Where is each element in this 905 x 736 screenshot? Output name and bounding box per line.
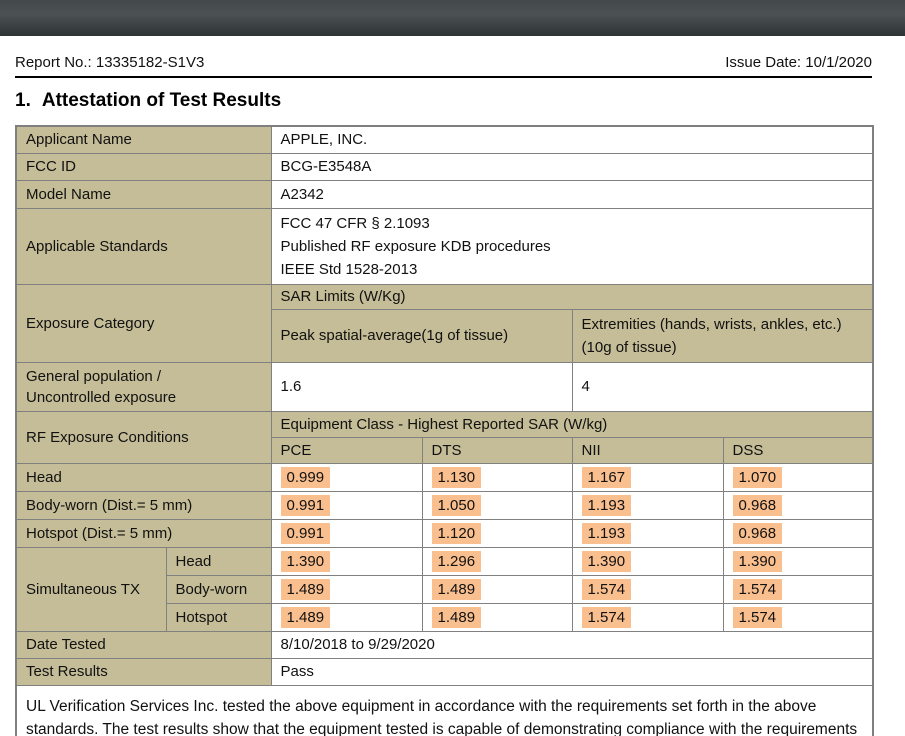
sar-value: 1.167 (582, 467, 632, 488)
table-row: RF Exposure Conditions Equipment Class -… (16, 411, 873, 437)
sar-value: 1.050 (432, 495, 482, 516)
column-header-dss: DSS (723, 437, 873, 463)
issue-date: Issue Date: 10/1/2020 (725, 54, 872, 71)
table-row: Hotspot (Dist.= 5 mm) 0.991 1.120 1.193 … (16, 519, 873, 547)
standard-line-3: IEEE Std 1528-2013 (281, 258, 864, 281)
sar-value: 1.193 (582, 495, 632, 516)
body-worn-row-label: Body-worn (Dist.= 5 mm) (16, 491, 271, 519)
exposure-category-label: Exposure Category (16, 284, 271, 362)
extremities-line-2: (10g of tissue) (582, 336, 864, 359)
column-header-pce: PCE (271, 437, 422, 463)
sar-value: 0.991 (281, 523, 331, 544)
extremities-line-1: Extremities (hands, wrists, ankles, etc.… (582, 313, 864, 336)
table-row: Date Tested 8/10/2018 to 9/29/2020 (16, 631, 873, 658)
sar-value: 0.968 (733, 495, 783, 516)
standard-line-2: Published RF exposure KDB procedures (281, 235, 864, 258)
sar-limit-col-10g: Extremities (hands, wrists, ankles, etc.… (572, 309, 873, 362)
table-row: UL Verification Services Inc. tested the… (16, 685, 873, 736)
applicable-standards-value: FCC 47 CFR § 2.1093 Published RF exposur… (271, 208, 873, 284)
attestation-table: Applicant Name APPLE, INC. FCC ID BCG-E3… (15, 125, 874, 736)
date-tested-label: Date Tested (16, 631, 271, 658)
sar-value: 0.968 (733, 523, 783, 544)
sar-value: 1.574 (733, 607, 783, 628)
attestation-statement: UL Verification Services Inc. tested the… (16, 685, 873, 736)
column-header-dts: DTS (422, 437, 572, 463)
column-header-nii: NII (572, 437, 723, 463)
sar-value: 1.193 (582, 523, 632, 544)
rf-exposure-conditions-label: RF Exposure Conditions (16, 411, 271, 463)
sar-value: 1.489 (432, 607, 482, 628)
fcc-id-value: BCG-E3548A (271, 153, 873, 180)
sar-value: 0.999 (281, 467, 331, 488)
test-results-value: Pass (271, 658, 873, 685)
table-row: Head 0.999 1.130 1.167 1.070 (16, 463, 873, 491)
sar-value: 1.130 (432, 467, 482, 488)
sar-limit-col-1g: Peak spatial-average(1g of tissue) (271, 309, 572, 362)
model-name-value: A2342 (271, 180, 873, 208)
sar-value: 0.991 (281, 495, 331, 516)
head-row-label: Head (16, 463, 271, 491)
table-row: Applicant Name APPLE, INC. (16, 126, 873, 153)
applicant-name-value: APPLE, INC. (271, 126, 873, 153)
sar-value: 1.296 (432, 551, 482, 572)
sar-value: 1.070 (733, 467, 783, 488)
table-row: Exposure Category SAR Limits (W/Kg) (16, 284, 873, 309)
applicant-name-label: Applicant Name (16, 126, 271, 153)
document-page: Report No.: 13335182-S1V3 Issue Date: 10… (15, 54, 872, 736)
sar-value: 1.489 (432, 579, 482, 600)
model-name-label: Model Name (16, 180, 271, 208)
sar-value: 1.489 (281, 607, 331, 628)
general-population-line-2: Uncontrolled exposure (26, 387, 262, 408)
report-header-line: Report No.: 13335182-S1V3 Issue Date: 10… (15, 54, 872, 78)
page-title: 1. Attestation of Test Results (15, 90, 872, 112)
limit-1g-value: 1.6 (271, 362, 572, 411)
viewer-chrome-bar (0, 0, 905, 36)
sar-value: 1.574 (582, 607, 632, 628)
equipment-class-header: Equipment Class - Highest Reported SAR (… (271, 411, 873, 437)
sar-limits-header: SAR Limits (W/Kg) (271, 284, 873, 309)
table-row: Applicable Standards FCC 47 CFR § 2.1093… (16, 208, 873, 284)
limit-10g-value: 4 (572, 362, 873, 411)
sim-body-worn-label: Body-worn (166, 575, 271, 603)
simultaneous-tx-label: Simultaneous TX (16, 547, 166, 631)
sar-value: 1.120 (432, 523, 482, 544)
table-row: FCC ID BCG-E3548A (16, 153, 873, 180)
table-row: General population / Uncontrolled exposu… (16, 362, 873, 411)
table-row: Simultaneous TX Head 1.390 1.296 1.390 1… (16, 547, 873, 575)
applicable-standards-label: Applicable Standards (16, 208, 271, 284)
general-population-label: General population / Uncontrolled exposu… (16, 362, 271, 411)
sar-value: 1.574 (582, 579, 632, 600)
sar-value: 1.489 (281, 579, 331, 600)
standard-line-1: FCC 47 CFR § 2.1093 (281, 212, 864, 235)
section-title: Attestation of Test Results (42, 90, 281, 111)
test-results-label: Test Results (16, 658, 271, 685)
general-population-line-1: General population / (26, 366, 262, 387)
sar-value: 1.390 (281, 551, 331, 572)
table-row: Test Results Pass (16, 658, 873, 685)
sar-value: 1.390 (733, 551, 783, 572)
fcc-id-label: FCC ID (16, 153, 271, 180)
sar-value: 1.390 (582, 551, 632, 572)
date-tested-value: 8/10/2018 to 9/29/2020 (271, 631, 873, 658)
sim-hotspot-label: Hotspot (166, 603, 271, 631)
section-number: 1. (15, 90, 31, 111)
sar-value: 1.574 (733, 579, 783, 600)
hotspot-row-label: Hotspot (Dist.= 5 mm) (16, 519, 271, 547)
table-row: Body-worn (Dist.= 5 mm) 0.991 1.050 1.19… (16, 491, 873, 519)
sim-head-label: Head (166, 547, 271, 575)
table-row: Model Name A2342 (16, 180, 873, 208)
report-number: Report No.: 13335182-S1V3 (15, 54, 204, 71)
